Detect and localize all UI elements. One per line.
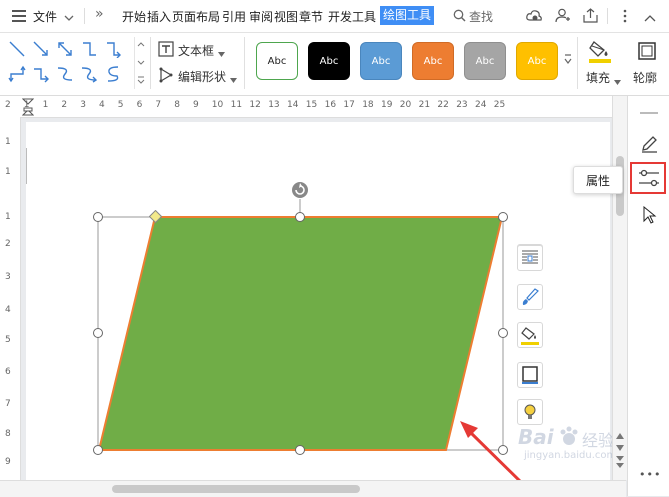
watermark-brand: Bai: [518, 425, 554, 449]
resize-handle[interactable]: [295, 212, 305, 222]
shape-outline-button[interactable]: [517, 362, 543, 388]
grip-icon: [640, 112, 658, 114]
adjust-handle-icon[interactable]: [148, 209, 163, 226]
pen-icon[interactable]: [639, 134, 659, 157]
watermark-brand2: 经验: [582, 431, 615, 450]
watermark-url: jingyan.baidu.com: [524, 450, 617, 461]
properties-icon: [639, 169, 659, 187]
horizontal-scrollbar[interactable]: [0, 480, 626, 497]
more-panel-button[interactable]: •••: [639, 468, 661, 481]
tooltip: 属性: [573, 166, 623, 194]
resize-handle[interactable]: [498, 212, 508, 222]
brush-icon: [522, 288, 539, 305]
resize-handle[interactable]: [295, 445, 305, 455]
resize-handle[interactable]: [498, 445, 508, 455]
vertical-scrollbar[interactable]: [612, 96, 627, 480]
properties-button[interactable]: [630, 162, 666, 194]
tooltip-label: 属性: [586, 174, 611, 188]
resize-handle[interactable]: [93, 445, 103, 455]
cursor-pointer-icon: [643, 205, 657, 227]
resize-handle[interactable]: [93, 328, 103, 338]
resize-handle[interactable]: [93, 212, 103, 222]
task-pane-sidebar: •••: [627, 96, 669, 496]
scroll-page-icon[interactable]: [616, 456, 624, 473]
shape-fill-button[interactable]: [517, 322, 543, 348]
outline-icon: [522, 366, 538, 384]
wrap-text-button[interactable]: [517, 245, 543, 271]
resize-handle[interactable]: [498, 328, 508, 338]
scrollbar-thumb[interactable]: [112, 485, 360, 493]
watermark: Bai 经验 jingyan.baidu.com: [518, 417, 618, 462]
paw-icon: [558, 425, 580, 450]
wrap-text-icon: [522, 250, 538, 264]
parallelogram-shape[interactable]: [97, 216, 504, 451]
shape-style-button[interactable]: [517, 284, 543, 310]
scroll-down-icon[interactable]: [616, 440, 624, 454]
paint-bucket-icon: [521, 327, 539, 345]
rotate-handle-icon[interactable]: [291, 181, 309, 202]
